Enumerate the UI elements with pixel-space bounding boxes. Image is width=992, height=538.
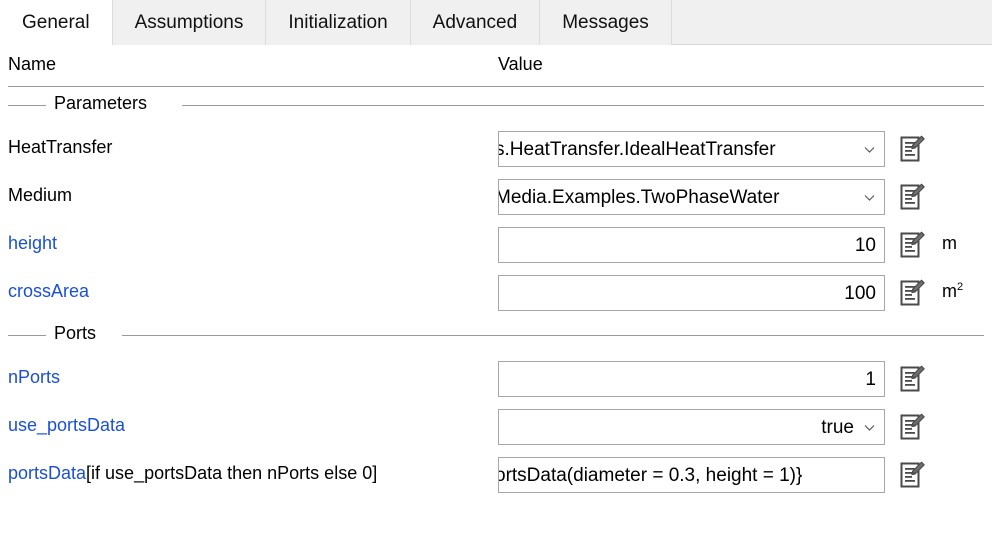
parameter-name-crossArea: crossArea [8,281,89,302]
parameter-row: use_portsData true [0,403,992,451]
value-dropdown-use_portsData[interactable]: true [498,409,885,445]
column-header-name: Name [8,54,57,74]
tab-bar: General Assumptions Initialization Advanced… [0,0,992,45]
parameter-name-text: portsData [8,463,87,483]
value-input-nPorts[interactable]: 1 [498,361,885,397]
parameter-row: HeatTransfer s.HeatTransfer.IdealHeatTran… [0,125,992,173]
parameter-name-text: use_portsData [8,415,126,435]
edit-document-icon[interactable] [898,460,926,490]
column-header-value: Value [498,54,543,74]
unit-label: m2 [942,281,963,302]
edit-document-icon[interactable] [898,230,926,260]
unit-text: m [942,281,957,301]
tab-label: Assumptions [134,11,244,33]
parameter-name-text: nPorts [8,367,61,387]
tab-general[interactable]: General [0,0,113,45]
parameter-name-HeatTransfer: HeatTransfer [8,137,112,158]
tab-label: Messages [562,11,649,33]
group-parameters: Parameters [0,87,992,125]
parameter-name-text: Medium [8,185,73,205]
edit-document-icon[interactable] [898,182,926,212]
edit-document-icon[interactable] [898,364,926,394]
chevron-down-icon [863,421,876,434]
parameter-list: Parameters HeatTransfer s.HeatTransfer.Ide… [0,87,992,499]
group-title: Ports [54,323,97,343]
parameter-name-use_portsData: use_portsData [8,415,125,436]
chevron-down-icon [863,191,876,204]
value-text: s.HeatTransfer.IdealHeatTransfer [498,139,776,160]
parameter-name-text: HeatTransfer [8,137,113,157]
column-header: Name Value [0,45,992,87]
chevron-down-icon [863,143,876,156]
tab-initialization[interactable]: Initialization [266,0,411,45]
group-rule-left [8,105,46,106]
parameter-name-suffix: [if use_portsData then nPorts else 0] [86,463,378,483]
group-rule-left [8,335,46,336]
tab-advanced[interactable]: Advanced [410,0,541,45]
edit-document-icon[interactable] [898,412,926,442]
parameter-row: nPorts 1 [0,355,992,403]
parameter-row: Medium Media.Examples.TwoPhaseWater [0,173,992,221]
unit-label: m [942,233,957,254]
parameter-name-text: crossArea [8,281,90,301]
value-input-portsData[interactable]: ortsData(diameter = 0.3, height = 1)} [498,457,885,493]
group-title: Parameters [54,93,148,113]
unit-exponent: 2 [957,281,964,293]
group-rule-right [182,105,984,106]
group-rule-right [122,335,984,336]
group-ports: Ports [0,317,992,355]
value-text: 1 [865,369,876,390]
edit-document-icon[interactable] [898,134,926,164]
value-text: Media.Examples.TwoPhaseWater [498,187,780,208]
value-input-crossArea[interactable]: 100 [498,275,885,311]
unit-text: m [942,233,957,253]
tab-assumptions[interactable]: Assumptions [112,0,267,45]
parameter-row: crossArea 100 m2 [0,269,992,317]
value-text: true [821,417,854,438]
value-text: ortsData(diameter = 0.3, height = 1)} [498,465,803,486]
value-input-height[interactable]: 10 [498,227,885,263]
parameter-name-text: height [8,233,58,253]
tab-messages[interactable]: Messages [540,0,672,45]
parameter-row: portsData[if use_portsData then nPorts e… [0,451,992,499]
value-dropdown-Medium[interactable]: Media.Examples.TwoPhaseWater [498,179,885,215]
value-text: 100 [844,283,876,304]
parameter-name-Medium: Medium [8,185,72,206]
value-text: 10 [854,235,876,256]
value-dropdown-HeatTransfer[interactable]: s.HeatTransfer.IdealHeatTransfer [498,131,885,167]
edit-document-icon[interactable] [898,278,926,308]
parameter-name-portsData: portsData[if use_portsData then nPorts e… [8,463,377,484]
tab-label: Initialization [288,11,388,33]
parameter-name-nPorts: nPorts [8,367,60,388]
parameter-row: height 10 m [0,221,992,269]
tab-label: General [22,11,90,33]
tab-label: Advanced [432,11,518,33]
parameter-name-height: height [8,233,57,254]
